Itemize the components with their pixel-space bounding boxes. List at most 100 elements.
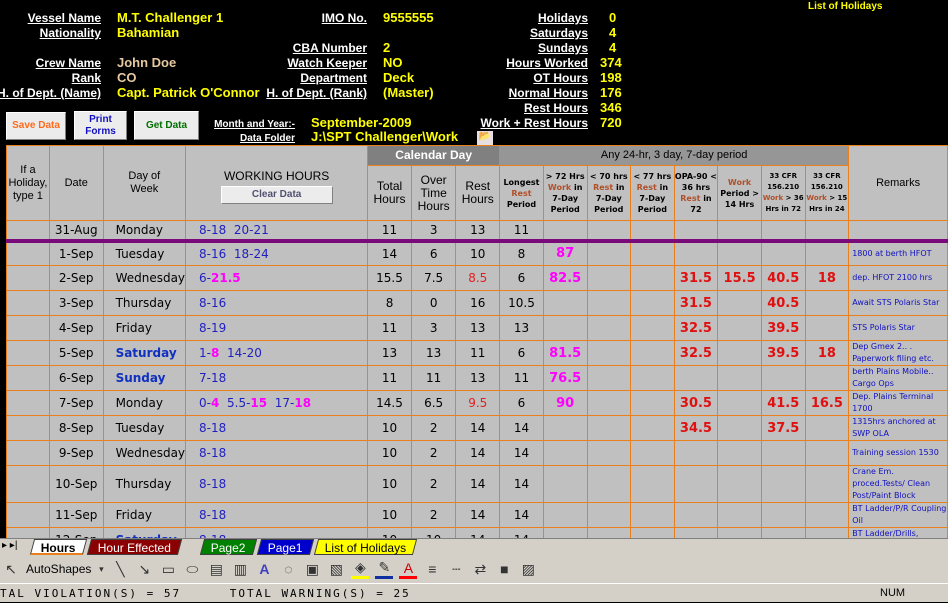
tab-page1[interactable]: Page1 — [256, 539, 314, 555]
rectangle-icon[interactable]: ▭ — [159, 561, 177, 578]
cba[interactable]: 2 — [383, 41, 390, 55]
font-color-icon[interactable]: A — [399, 560, 418, 579]
autoshapes-menu[interactable]: AutoShapes — [26, 562, 91, 576]
holiday-cell[interactable] — [6, 502, 50, 528]
chevron-down-icon[interactable]: ▾ — [97, 564, 105, 575]
remarks-cell[interactable]: dep. HFOT 2100 hrs — [848, 265, 948, 291]
department[interactable]: Deck — [383, 71, 414, 85]
holiday-cell[interactable] — [6, 240, 50, 266]
working-hours-cell[interactable]: 8-16 18-24 — [185, 240, 369, 266]
select-arrow-icon[interactable]: ↖ — [2, 561, 20, 578]
dash-style-icon[interactable]: ┄ — [447, 561, 465, 578]
tab-hours[interactable]: Hours — [29, 539, 87, 555]
holiday-cell[interactable] — [6, 465, 50, 503]
working-hours-cell[interactable]: 8-18 20-21 — [185, 220, 369, 243]
department-label: Department — [300, 71, 367, 85]
period-check-cell — [586, 265, 632, 291]
working-hours-cell[interactable]: 8-16 — [185, 290, 369, 316]
save-data-button[interactable]: Save Data — [6, 112, 66, 140]
remarks-cell[interactable]: Dep. Plains Terminal 1700 — [848, 390, 948, 416]
remarks-cell[interactable]: berth Plains Mobile.. Cargo Ops — [848, 365, 948, 391]
shadow-icon[interactable]: ■ — [495, 561, 513, 577]
get-data-button[interactable]: Get Data — [134, 111, 199, 140]
header-text-part: Rest — [636, 183, 657, 192]
fill-color-icon[interactable]: ◈ — [351, 559, 370, 579]
remarks-cell[interactable]: Await STS Polaris Star — [848, 290, 948, 316]
arrow-icon[interactable]: ↘ — [135, 561, 153, 578]
vessel-name[interactable]: M.T. Challenger 1 — [117, 11, 223, 25]
ot-hours-cell: 3 — [410, 315, 457, 341]
vertical-textbox-icon[interactable]: ▥ — [231, 561, 249, 578]
summary-value: 374 — [600, 55, 622, 70]
period-check-cell — [717, 415, 762, 441]
tab-page2[interactable]: Page2 — [199, 539, 257, 555]
col-header-opa90: OPA-90 < 36 hrs Rest in 72 — [673, 165, 719, 221]
working-hours-cell[interactable]: 6-21.5 — [185, 265, 369, 291]
clear-data-button[interactable]: Clear Data — [220, 186, 333, 204]
holiday-cell[interactable] — [6, 390, 50, 416]
period-check-cell: 8 — [499, 240, 544, 266]
holiday-cell[interactable] — [6, 415, 50, 441]
remarks-cell[interactable]: 1800 at berth HFOT — [848, 240, 948, 266]
oval-icon[interactable]: ⬭ — [183, 561, 201, 578]
working-hours-cell[interactable]: 8-19 — [185, 315, 369, 341]
holiday-cell[interactable] — [6, 340, 50, 366]
period-check-cell: 13 — [499, 315, 544, 341]
working-hours-cell[interactable]: 8-18 — [185, 465, 369, 503]
crew-name[interactable]: John Doe — [117, 56, 176, 70]
tab-scroll-icon[interactable]: ▸ ▸| — [2, 540, 17, 551]
holiday-cell[interactable] — [6, 290, 50, 316]
arrow-style-icon[interactable]: ⇄ — [471, 561, 489, 578]
wordart-icon[interactable]: A — [255, 561, 273, 577]
period-check-cell: 6 — [499, 390, 544, 416]
period-check-cell: 32.5 — [673, 315, 719, 341]
working-hours-segment: 8-18 — [199, 477, 227, 491]
line-style-icon[interactable]: ≡ — [423, 561, 441, 577]
print-forms-button[interactable]: Print Forms — [74, 111, 127, 140]
working-hours-cell[interactable]: 8-18 — [185, 502, 369, 528]
folder-open-icon[interactable]: 📂 — [477, 131, 493, 145]
working-hours-cell[interactable]: 7-18 — [185, 365, 369, 391]
working-hours-cell[interactable]: 0-4 5.5-15 17-18 — [185, 390, 369, 416]
remarks-cell[interactable]: Training session 1530 — [848, 440, 948, 466]
period-check-cell — [717, 220, 762, 243]
picture-icon[interactable]: ▧ — [327, 561, 345, 578]
holiday-cell[interactable] — [6, 315, 50, 341]
remarks-cell[interactable]: Crane Em. proced.Tests/ Clean Post/Paint… — [848, 465, 948, 503]
working-hours-cell[interactable]: 1-8 14-20 — [185, 340, 369, 366]
remarks-cell[interactable]: STS Polaris Star — [848, 315, 948, 341]
day-cell: Sunday — [102, 365, 187, 391]
remarks-cell[interactable] — [848, 220, 948, 243]
3d-icon[interactable]: ▨ — [519, 561, 537, 578]
tab-hour-effected[interactable]: Hour Effected — [86, 539, 183, 555]
month-label: Month and Year:- — [214, 119, 295, 130]
holiday-cell[interactable] — [6, 365, 50, 391]
remarks-cell[interactable]: Dep Gmex 2.. . Paperwork filing etc. — [848, 340, 948, 366]
clipart-icon[interactable]: ▣ — [303, 561, 321, 578]
textbox-icon[interactable]: ▤ — [207, 561, 225, 578]
nationality[interactable]: Bahamian — [117, 26, 179, 40]
line-icon[interactable]: ╲ — [111, 561, 129, 578]
watch-keeper[interactable]: NO — [383, 56, 403, 70]
working-hours-cell[interactable]: 8-18 — [185, 440, 369, 466]
hod-rank[interactable]: (Master) — [383, 86, 434, 100]
total-hours-cell: 8 — [367, 290, 412, 316]
summary-value: 720 — [600, 115, 622, 130]
rank[interactable]: CO — [117, 71, 137, 85]
hod-name[interactable]: Capt. Patrick O'Connor — [117, 86, 260, 100]
holiday-cell[interactable] — [6, 220, 50, 243]
holiday-cell[interactable] — [6, 265, 50, 291]
diagram-icon[interactable]: ◌ — [279, 561, 297, 577]
tab-list-of-holidays[interactable]: List of Holidays — [313, 539, 418, 555]
working-hours-cell[interactable]: 8-18 — [185, 415, 369, 441]
data-folder[interactable]: J:\SPT Challenger\Work — [311, 130, 458, 144]
holiday-cell[interactable] — [6, 440, 50, 466]
month-year[interactable]: September-2009 — [311, 116, 411, 130]
line-color-icon[interactable]: ✎ — [375, 559, 394, 579]
list-of-holidays-link[interactable]: List of Holidays — [808, 0, 882, 14]
remarks-cell[interactable]: BT Ladder/P/R Coupling Oil — [848, 502, 948, 528]
imo[interactable]: 9555555 — [383, 11, 434, 25]
vessel-name-label: Vessel Name — [27, 11, 101, 25]
remarks-cell[interactable]: 1315hrs anchored at SWP OLA — [848, 415, 948, 441]
period-check-cell: 18 — [804, 265, 850, 291]
